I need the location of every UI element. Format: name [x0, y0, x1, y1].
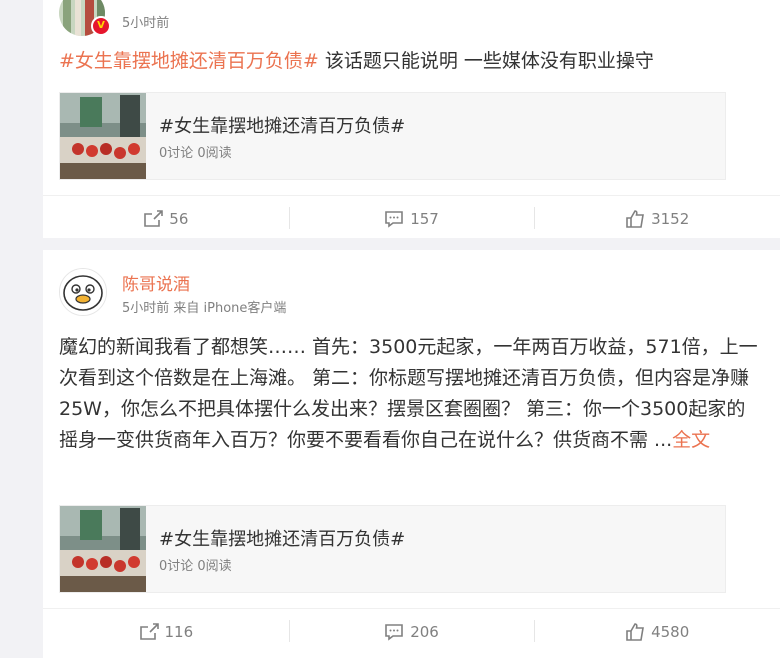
topic-card-stats: 0讨论 0阅读 — [159, 559, 232, 574]
like-button[interactable]: 4580 — [534, 609, 780, 655]
expand-full-text-link[interactable]: 全文 — [672, 429, 710, 451]
share-arrow-icon — [139, 623, 159, 641]
comment-count: 206 — [410, 623, 439, 641]
comment-count: 157 — [410, 210, 439, 228]
topic-card-title: #女生靠摆地摊还清百万负债# — [159, 116, 406, 137]
share-arrow-icon — [143, 210, 164, 228]
topic-link[interactable]: #女生靠摆地摊还清百万负债# — [59, 50, 319, 72]
post-time[interactable]: 5小时前 — [122, 12, 169, 31]
comment-button[interactable]: 157 — [288, 196, 535, 242]
comment-bubble-icon — [384, 623, 404, 641]
like-count: 4580 — [651, 623, 690, 641]
topic-card-stats: 0讨论 0阅读 — [159, 146, 232, 161]
post-body: 魔幻的新闻我看了都想笑…… 首先：3500元起家，一年两百万收益，571倍，上一… — [59, 336, 758, 451]
comment-bubble-icon — [384, 210, 404, 228]
repost-count: 56 — [169, 210, 189, 228]
weibo-post-1: V 5小时前 #女生靠摆地摊还清百万负债# 该话题只能说明 一些媒体没有职业操守… — [43, 0, 780, 238]
post-text: #女生靠摆地摊还清百万负债# 该话题只能说明 一些媒体没有职业操守 — [59, 46, 762, 77]
post-body: 该话题只能说明 一些媒体没有职业操守 — [318, 50, 654, 72]
comment-button[interactable]: 206 — [288, 609, 535, 655]
post-actions: 116 206 4580 — [43, 608, 780, 655]
post-actions: 56 157 3152 — [43, 195, 780, 242]
topic-card-title: #女生靠摆地摊还清百万负债# — [159, 529, 406, 550]
topic-card[interactable]: #女生靠摆地摊还清百万负债# 0讨论 0阅读 — [59, 92, 726, 180]
weibo-post-2: 陈哥说酒 5小时前 来自 iPhone客户端 魔幻的新闻我看了都想笑…… 首先：… — [43, 250, 780, 658]
author-name[interactable]: 陈哥说酒 — [122, 270, 190, 295]
topic-card-image — [60, 506, 146, 592]
thumbs-up-icon — [625, 209, 645, 229]
thumbs-up-icon — [625, 622, 645, 642]
repost-count: 116 — [164, 623, 194, 641]
like-count: 3152 — [651, 210, 690, 228]
repost-button[interactable]: 56 — [43, 196, 289, 242]
topic-card[interactable]: #女生靠摆地摊还清百万负债# 0讨论 0阅读 — [59, 505, 726, 593]
verified-badge-icon: V — [91, 16, 111, 36]
post-time-source[interactable]: 5小时前 来自 iPhone客户端 — [122, 297, 286, 316]
like-button[interactable]: 3152 — [534, 196, 780, 242]
author-avatar[interactable] — [59, 268, 107, 316]
repost-button[interactable]: 116 — [43, 609, 289, 655]
topic-card-image — [60, 93, 146, 179]
post-text: 魔幻的新闻我看了都想笑…… 首先：3500元起家，一年两百万收益，571倍，上一… — [59, 332, 762, 456]
